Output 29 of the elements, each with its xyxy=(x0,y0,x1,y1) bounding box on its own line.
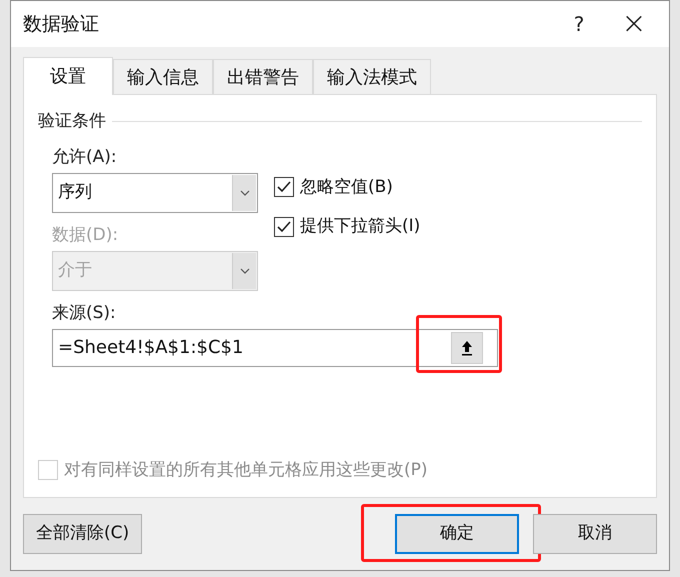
source-value: =Sheet4!$A$1:$C$1 xyxy=(58,336,244,360)
checkbox-label: 提供下拉箭头(I) xyxy=(300,215,420,238)
checkbox-label: 对有同样设置的所有其他单元格应用这些更改(P) xyxy=(64,458,428,482)
tab[interactable]: 输入信息 xyxy=(113,59,213,95)
chevron-down-icon xyxy=(240,190,250,196)
upload-arrow-icon xyxy=(461,340,473,356)
source-field[interactable]: =Sheet4!$A$1:$C$1 xyxy=(52,328,498,366)
tab[interactable]: 输入法模式 xyxy=(313,59,431,95)
chevron-down-icon xyxy=(240,268,250,274)
field-label: 数据(D): xyxy=(52,224,120,246)
dialog-button[interactable]: 取消 xyxy=(533,514,657,554)
dialog-button[interactable]: 全部清除(C) xyxy=(23,514,142,554)
section-title: 验证条件 xyxy=(38,110,106,133)
field-label: 允许(A): xyxy=(52,146,118,168)
dropdown-value: 序列 xyxy=(57,180,93,204)
checkmark-icon xyxy=(276,218,292,235)
close-button[interactable]: × xyxy=(599,9,669,39)
dialog-button[interactable]: 确定 xyxy=(395,514,519,554)
dropdown-value: 介于 xyxy=(57,258,93,282)
checkbox[interactable] xyxy=(274,216,294,237)
tab[interactable]: 设置 xyxy=(23,57,113,95)
tab[interactable]: 出错警告 xyxy=(213,59,313,95)
field-label: 来源(S): xyxy=(52,302,117,324)
checkbox-label: 忽略空值(B) xyxy=(300,176,393,198)
checkbox[interactable] xyxy=(274,177,294,198)
collapse-dialog-button[interactable] xyxy=(451,332,483,364)
dropdown-field[interactable]: 序列 xyxy=(52,172,258,212)
window-title: 数据验证 xyxy=(23,12,100,37)
help-button[interactable]: ? xyxy=(559,9,599,39)
